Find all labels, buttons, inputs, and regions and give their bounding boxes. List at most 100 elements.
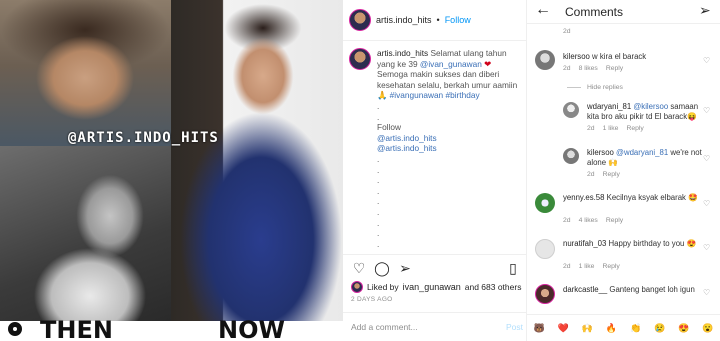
post-header: artis.indo_hits • Follow — [349, 8, 471, 32]
bear-emoji-icon[interactable]: 🐻 — [531, 320, 547, 336]
caption-text: artis.indo_hits Selamat ulang tahun yang… — [377, 48, 518, 249]
caption-avatar[interactable] — [349, 48, 371, 70]
caption-emoji: 🙏 — [377, 90, 388, 101]
caption-heart: ❤ — [484, 58, 492, 69]
comment-username[interactable]: nuratifah_03 — [563, 239, 606, 248]
actions-divider — [343, 254, 527, 255]
comment-time: 2d — [563, 263, 571, 270]
comment-body: w kira el barack — [592, 52, 647, 61]
comment-meta: 2d — [563, 28, 571, 35]
comment-mention[interactable]: @kilersoo — [633, 102, 668, 111]
caption-follow-label: Follow — [377, 122, 401, 133]
comment-username[interactable]: kilersoo — [563, 52, 590, 61]
likes-summary: Liked by ivan_gunawan and 683 others — [351, 281, 521, 293]
commenter-avatar[interactable] — [535, 50, 555, 70]
comment-username[interactable]: wdaryani_81 — [587, 102, 631, 111]
fire-emoji-icon[interactable]: 🔥 — [603, 320, 619, 336]
caption-body: Semoga makin sukses dan diberi kesehatan… — [377, 69, 518, 90]
comment-body: Kecilnya ksyak elbarak 🤩 — [606, 193, 698, 202]
caption-follow-handle-1[interactable]: @artis.indo_hits — [377, 133, 437, 143]
crying-emoji-icon[interactable]: 😢 — [652, 320, 668, 336]
comment-likes[interactable]: 4 likes — [579, 217, 598, 224]
childhood-photo-1 — [0, 0, 171, 146]
send-icon[interactable]: ➢ — [699, 2, 711, 18]
share-icon[interactable]: ➢ — [397, 260, 413, 276]
comment-icon[interactable]: ◯ — [374, 260, 390, 276]
reply-button[interactable]: Reply — [603, 171, 620, 178]
now-label: NOW — [218, 316, 285, 341]
commenter-avatar[interactable] — [535, 239, 555, 259]
post-actions: ♡ ◯ ➢ ▯ — [351, 260, 521, 276]
comment-mention[interactable]: @wdaryani_81 — [616, 148, 668, 157]
comment-like-icon[interactable]: ♡ — [703, 154, 710, 164]
comment-likes[interactable]: 1 like — [579, 263, 595, 270]
caption-follow-handle-2[interactable]: @artis.indo_hits — [377, 143, 437, 153]
comment-meta: 2d 4 likes Reply — [563, 217, 623, 224]
reply-button[interactable]: Reply — [602, 263, 619, 270]
comment-username[interactable]: darkcastle__ — [563, 285, 607, 294]
comment-text: wdaryani_81 @kilersoo samaan kita bro ak… — [587, 102, 702, 122]
raised-hands-emoji-icon[interactable]: 🙌 — [579, 320, 595, 336]
emoji-quick-bar: 🐻 ❤️ 🙌 🔥 👏 😢 😍 😮 — [527, 314, 720, 341]
photo-watermark: @ARTIS.INDO_HITS — [68, 130, 219, 146]
hide-replies-label[interactable]: Hide replies — [587, 84, 623, 91]
like-icon[interactable]: ♡ — [351, 260, 367, 276]
post-date: 2 DAYS AGO — [351, 296, 393, 303]
comment-meta: 2d Reply — [587, 171, 620, 178]
liker-avatar[interactable] — [351, 281, 363, 293]
comment-like-icon[interactable]: ♡ — [703, 106, 710, 116]
reply-button[interactable]: Reply — [626, 125, 643, 132]
user-tag-icon[interactable] — [8, 322, 22, 336]
comment-text: darkcastle__ Ganteng banget loh igun — [563, 285, 703, 295]
comment-like-icon[interactable]: ♡ — [703, 56, 710, 66]
then-label: THEN — [40, 316, 113, 341]
comment-time: 2d — [563, 28, 571, 35]
clap-emoji-icon[interactable]: 👏 — [628, 320, 644, 336]
comment-divider — [343, 312, 527, 313]
comment-time: 2d — [563, 65, 571, 72]
surprised-emoji-icon[interactable]: 😮 — [700, 320, 716, 336]
comment-text: yenny.es.58 Kecilnya ksyak elbarak 🤩 — [563, 193, 703, 203]
commenter-avatar[interactable] — [563, 148, 579, 164]
comment-username[interactable]: kilersoo — [587, 148, 614, 157]
comment-meta: 2d 1 like Reply — [587, 125, 644, 132]
commenter-avatar[interactable] — [535, 284, 555, 304]
caption-hashtags[interactable]: #ivangunawan #birthday — [390, 90, 480, 100]
post-panel: artis.indo_hits • Follow artis.indo_hits… — [343, 0, 527, 341]
comment-text: kilersoo @wdaryani_81 we're not alone 🙌 — [587, 148, 702, 168]
post-username[interactable]: artis.indo_hits — [376, 15, 432, 25]
save-icon[interactable]: ▯ — [505, 260, 521, 276]
back-arrow-icon[interactable]: ← — [535, 2, 551, 18]
header-separator: • — [436, 15, 440, 25]
reply-button[interactable]: Reply — [606, 217, 623, 224]
caption-username[interactable]: artis.indo_hits — [377, 48, 428, 58]
likes-suffix[interactable]: and 683 others — [465, 282, 522, 292]
comment-input[interactable]: Add a comment... — [351, 322, 418, 332]
comment-like-icon[interactable]: ♡ — [703, 199, 710, 209]
post-comment-button[interactable]: Post — [506, 322, 523, 332]
comment-like-icon[interactable]: ♡ — [703, 243, 710, 253]
commenter-avatar[interactable] — [563, 102, 579, 118]
comment-likes[interactable]: 1 like — [603, 125, 619, 132]
reply-button[interactable]: Reply — [606, 65, 623, 72]
heart-eyes-emoji-icon[interactable]: 😍 — [676, 320, 692, 336]
comment-time: 2d — [587, 125, 595, 132]
post-avatar[interactable] — [349, 9, 371, 31]
current-photo — [171, 0, 343, 321]
caption-block: artis.indo_hits Selamat ulang tahun yang… — [349, 48, 521, 249]
comment-like-icon[interactable]: ♡ — [703, 288, 710, 298]
comment-box: Add a comment... Post — [351, 322, 523, 332]
likes-user[interactable]: ivan_gunawan — [403, 282, 461, 292]
hide-replies-toggle[interactable]: Hide replies — [567, 84, 623, 91]
post-photo[interactable]: @ARTIS.INDO_HITS THEN NOW — [0, 0, 343, 341]
comment-time: 2d — [563, 217, 571, 224]
comment-likes[interactable]: 8 likes — [579, 65, 598, 72]
heart-emoji-icon[interactable]: ❤️ — [555, 320, 571, 336]
comments-header: ← Comments ➢ — [527, 0, 720, 24]
comments-panel: ← Comments ➢ 2d kilersoo w kira el barac… — [527, 0, 720, 341]
comment-body: Ganteng banget loh igun — [609, 285, 695, 294]
commenter-avatar[interactable] — [535, 193, 555, 213]
comment-username[interactable]: yenny.es.58 — [563, 193, 604, 202]
caption-mention[interactable]: @ivan_gunawan — [420, 59, 482, 69]
follow-button[interactable]: Follow — [445, 15, 471, 25]
